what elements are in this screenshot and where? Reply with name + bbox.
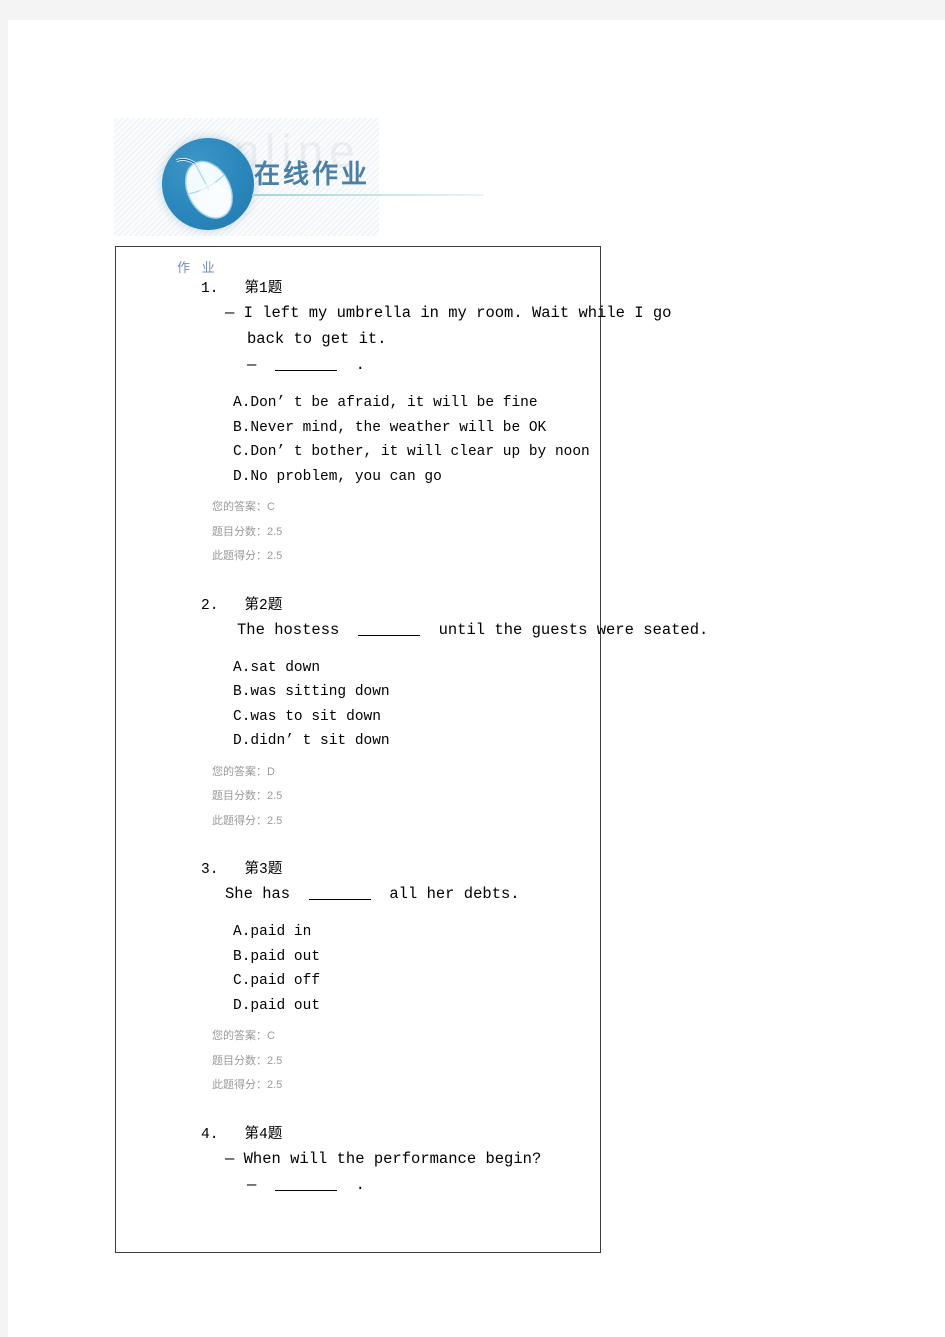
your-answer-line: 您的答案：C [212,1024,599,1049]
banner-title: 在线作业 [254,159,371,189]
question-score-line: 题目分数：2.5 [212,520,599,545]
your-answer-label: 您的答案： [212,1030,267,1042]
question-list: 1. 第1题 — I left my umbrella in my room. … [115,278,708,1198]
your-answer-line: 您的答案：D [212,760,599,785]
question-label: 第2题 [244,597,283,614]
question-item: 1. 第1题 — I left my umbrella in my room. … [115,278,672,569]
option-d[interactable]: D.No problem, you can go [233,465,599,490]
answer-blank [357,621,420,636]
question-label: 第1题 [244,281,283,297]
question-score-label: 题目分数： [212,525,267,538]
earned-score-label: 此题得分： [212,814,267,827]
question-stem-line: back to get it. [247,330,387,348]
question-item: 3. 第3题 She has all her debts. A.paid in … [115,859,599,1098]
question-title: 2. 第2题 [201,595,599,617]
option-a[interactable]: A.paid in [233,920,599,945]
question-score-line: 题目分数：2.5 [212,784,599,809]
option-c[interactable]: C.Don’ t bother, it will clear up by noo… [233,440,599,465]
question-stem-line: — I left my umbrella in my room. Wait wh… [225,304,672,322]
question-title: 4. 第4题 [201,1124,599,1146]
stem-suffix: all her debts. [389,885,520,903]
option-c[interactable]: C.paid off [233,969,599,994]
question-score-value: 2.5 [267,1054,283,1067]
earned-score-line: 此题得分：2.5 [212,809,599,834]
question-meta: 您的答案：C 题目分数：2.5 此题得分：2.5 [212,1024,599,1098]
option-c[interactable]: C.was to sit down [233,705,599,730]
question-label: 第3题 [244,862,283,878]
banner-underline-rule [252,194,484,196]
homework-content: 作 业 1. 第1题 — I left my umbrella in my ro… [115,246,708,1251]
earned-score-line: 此题得分：2.5 [212,1073,599,1098]
earned-score-value: 2.5 [267,550,283,562]
option-d[interactable]: D.didn’ t sit down [233,729,599,754]
page-top-margin-strip [0,0,945,20]
question-label: 第4题 [244,1126,283,1143]
stem-prefix: The hostess [237,620,340,639]
question-score-label: 题目分数： [212,1054,267,1067]
question-stem-line: The hostess until the guests were seated… [237,617,708,643]
option-b[interactable]: B.Never mind, the weather will be OK [233,416,599,441]
question-spacer [115,833,599,859]
question-score-line: 题目分数：2.5 [212,1049,599,1074]
question-stem-line: She has all her debts. [225,881,599,907]
your-answer-label: 您的答案： [212,765,267,778]
your-answer-line: 您的答案：C [212,495,599,520]
option-list: A.paid in B.paid out C.paid off D.paid o… [233,920,599,1018]
earned-score-label: 此题得分： [212,1079,267,1091]
earned-score-label: 此题得分： [212,550,267,562]
question-stem-answer-line: — . [247,1172,599,1198]
your-answer-label: 您的答案： [212,501,267,513]
page-left-margin-strip [0,20,8,1337]
question-meta: 您的答案：C 题目分数：2.5 此题得分：2.5 [212,495,599,569]
question-item: 2. 第2题 The hostess until the guests were… [115,595,708,834]
computer-mouse-icon [162,138,254,230]
question-spacer [115,569,599,595]
question-score-label: 题目分数： [212,790,267,802]
option-a[interactable]: A.Don’ t be afraid, it will be fine [233,391,599,416]
answer-blank [274,356,337,371]
option-b[interactable]: B.was sitting down [233,680,599,705]
page-banner: online 在线作业 [114,118,484,236]
your-answer-value: D [267,765,275,778]
your-answer-value: C [267,1030,275,1042]
question-score-value: 2.5 [267,525,283,538]
your-answer-value: C [267,501,275,513]
question-stem-answer-line: — . [247,352,599,378]
earned-score-line: 此题得分：2.5 [212,544,599,569]
question-title: 1. 第1题 [201,278,599,300]
homework-label: 作 业 [177,260,219,275]
question-number: 2. [201,597,219,614]
answer-blank [308,885,371,900]
dash-marker: — [247,356,257,374]
question-number: 4. [201,1126,219,1143]
option-b[interactable]: B.paid out [233,945,599,970]
question-title: 3. 第3题 [201,859,599,881]
question-item: 4. 第4题 — When will the performance begin… [115,1124,599,1198]
question-number: 3. [201,862,219,878]
stem-period: . [355,356,365,374]
earned-score-value: 2.5 [267,814,283,827]
document-page: online 在线作业 作 业 1. 第1题 — I left my umbre… [8,20,945,1337]
stem-prefix: She has [225,885,291,903]
question-meta: 您的答案：D 题目分数：2.5 此题得分：2.5 [212,760,599,834]
option-list: A.sat down B.was sitting down C.was to s… [233,656,599,754]
question-score-value: 2.5 [267,790,283,802]
answer-blank [274,1176,337,1191]
stem-suffix: until the guests were seated. [438,620,709,639]
question-stem-line: — When will the performance begin? [225,1149,542,1168]
option-d[interactable]: D.paid out [233,994,599,1019]
earned-score-value: 2.5 [267,1079,283,1091]
option-a[interactable]: A.sat down [233,656,599,681]
dash-marker: — [247,1175,257,1194]
stem-period: . [355,1175,365,1194]
question-spacer [115,1098,599,1124]
option-list: A.Don’ t be afraid, it will be fine B.Ne… [233,391,599,489]
question-number: 1. [201,281,219,297]
